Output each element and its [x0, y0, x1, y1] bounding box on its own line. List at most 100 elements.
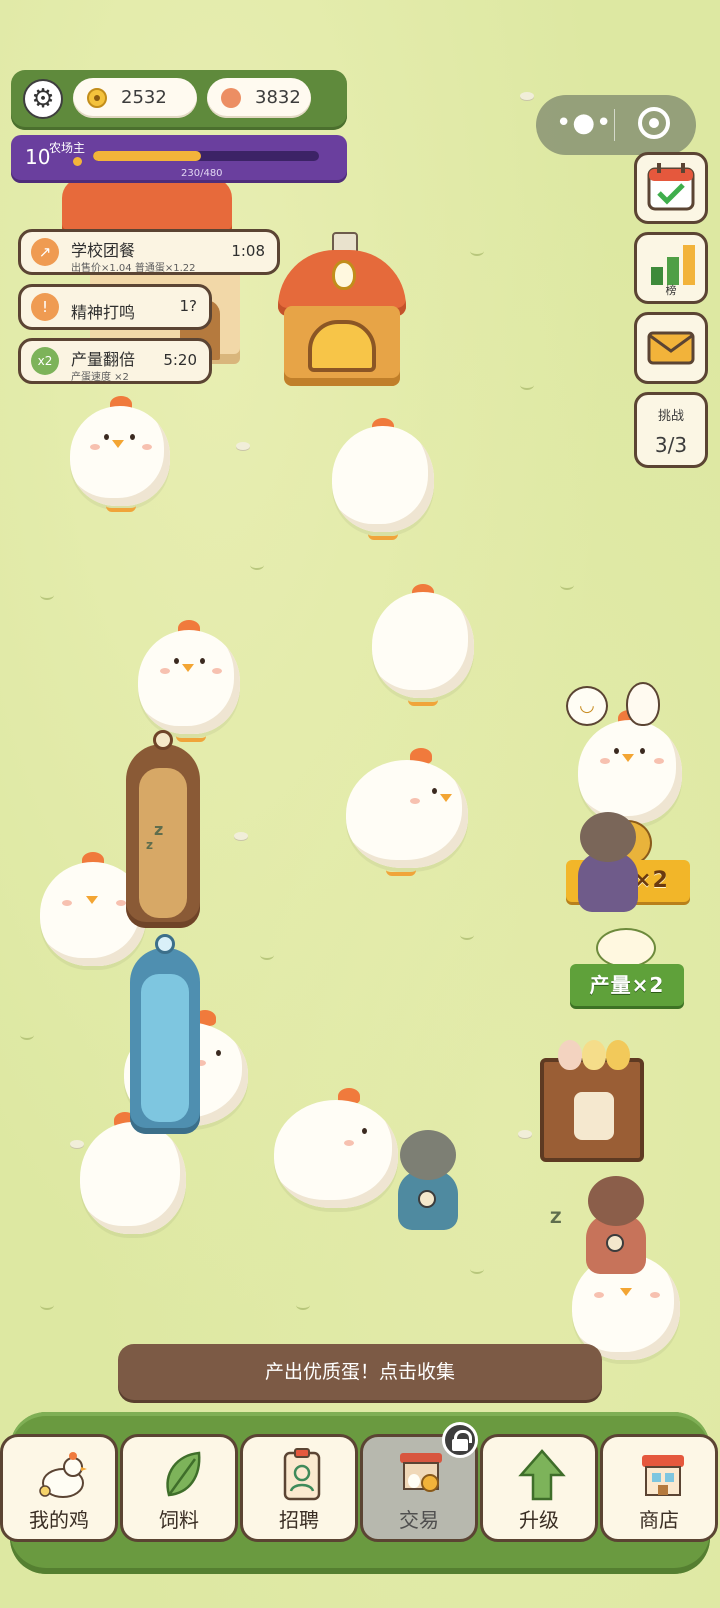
xp-progress-fill — [93, 151, 202, 161]
worker-badge-icon — [606, 1234, 624, 1252]
chicken[interactable] — [138, 620, 240, 744]
chicken-blush — [600, 758, 610, 764]
worker-badge-icon — [418, 1190, 436, 1208]
chicken-eye — [104, 434, 109, 440]
worker-head — [588, 1176, 644, 1226]
nav-label: 饲料 — [159, 1508, 199, 1532]
incubator-window — [308, 320, 376, 372]
collect-eggs-toast[interactable]: 产出优质蛋！点击收集 — [118, 1344, 602, 1400]
egg-incubator[interactable] — [278, 232, 406, 390]
grass-tuft — [260, 950, 274, 960]
worker-raccoon[interactable] — [572, 808, 644, 912]
chicken-body — [346, 760, 468, 868]
level-bar[interactable]: 10 农场主 230/480 — [11, 135, 347, 183]
pebble — [234, 832, 248, 840]
incubator-body — [284, 306, 400, 386]
trough-ring — [153, 730, 173, 750]
mini-program-capsule: •●• — [536, 95, 696, 155]
nav-recruit[interactable]: 招聘 — [240, 1434, 358, 1542]
buff-school-catering[interactable]: ↗ 学校团餐 出售价×1.04 普通蛋×1.22 1:08 — [18, 229, 280, 275]
chicken-eye — [640, 748, 645, 754]
chicken-body — [332, 426, 434, 532]
water-ring — [155, 934, 175, 954]
nav-label: 商店 — [639, 1508, 679, 1532]
grass-tuft — [40, 590, 54, 600]
chicken-body — [372, 592, 474, 698]
egg-nest-icon — [596, 928, 656, 968]
level-number: 10 — [25, 145, 51, 169]
pebble — [518, 1130, 532, 1138]
arrow-up-icon: ↗ — [31, 238, 59, 266]
more-options-icon[interactable]: •●• — [556, 110, 612, 136]
worker-head — [400, 1130, 456, 1180]
chicken[interactable] — [70, 396, 170, 516]
grass-tuft — [460, 930, 474, 940]
level-title: 农场主 — [49, 141, 86, 155]
chicken[interactable] — [372, 584, 474, 708]
challenge-button[interactable]: 挑战 3/3 — [634, 392, 708, 468]
chicken-beak — [440, 794, 452, 802]
chicken-eye — [174, 658, 179, 664]
leaderboard-button[interactable]: 榜 — [634, 232, 708, 304]
grass-tuft — [250, 560, 264, 570]
grass-tuft — [470, 246, 484, 256]
nav-feed[interactable]: 饲料 — [120, 1434, 238, 1542]
gem-counter[interactable]: 3832 — [207, 78, 311, 118]
buff-detail: 出售价×1.04 普通蛋×1.22 — [71, 263, 196, 274]
market-stall-icon — [400, 1453, 442, 1492]
buff-timer: 1:08 — [231, 242, 265, 260]
settings-gear-icon[interactable]: ⚙ — [23, 79, 63, 119]
output-boost-banner[interactable]: 产量×2 — [570, 964, 684, 1006]
envelope-icon — [647, 331, 695, 365]
chicken-icon — [39, 1452, 87, 1498]
sleep-z-icon: Z — [550, 1208, 562, 1227]
calendar-checkin-button[interactable] — [634, 152, 708, 224]
chicken-blush — [160, 668, 170, 674]
egg-plate-icon — [574, 1092, 614, 1140]
egg-crate[interactable] — [540, 1040, 644, 1162]
nav-upgrade[interactable]: 升级 — [480, 1434, 598, 1542]
sleep-z-icon: z — [154, 820, 164, 839]
pebble — [520, 92, 534, 100]
close-target-icon[interactable] — [638, 107, 670, 139]
exclamation-icon: ! — [31, 293, 59, 321]
chicken-blush — [212, 668, 222, 674]
chicken[interactable] — [346, 748, 468, 880]
buff-double-output[interactable]: x2 产量翻倍 产蛋速度 ×2 5:20 — [18, 338, 212, 384]
chicken-eye — [362, 1128, 367, 1134]
worker-bear[interactable] — [392, 1130, 464, 1230]
lock-body — [452, 1439, 468, 1451]
water-trough[interactable] — [130, 934, 200, 1134]
leaf-icon — [166, 1451, 201, 1497]
chicken-blush — [410, 798, 420, 804]
currency-bar: ⚙ 2532 3832 — [11, 70, 347, 130]
worker-head — [580, 812, 636, 862]
chicken-eye — [614, 748, 619, 754]
chicken-eye — [130, 434, 135, 440]
xp-progress-text: 230/480 — [181, 168, 223, 179]
chicken-feet — [408, 696, 438, 706]
nav-label: 我的鸡 — [29, 1508, 89, 1532]
nav-shop[interactable]: 商店 — [600, 1434, 718, 1542]
egg-icon[interactable] — [626, 682, 660, 726]
chicken-beak — [622, 754, 634, 762]
chicken[interactable] — [274, 1088, 398, 1218]
chicken-body — [80, 1122, 186, 1234]
chicken-feet — [368, 530, 398, 540]
coin-value: 2532 — [121, 87, 167, 108]
level-dot-icon — [73, 157, 82, 166]
chicken-blush — [142, 444, 152, 450]
chicken-blush — [650, 1292, 660, 1298]
up-arrow-icon — [518, 1449, 566, 1501]
chicken-feet — [176, 732, 206, 742]
nav-my-chickens[interactable]: 我的鸡 — [0, 1434, 118, 1542]
buff-name: 学校团餐 — [71, 241, 136, 260]
buff-morning-crow[interactable]: ! 精神打鸣 1? — [18, 284, 212, 330]
chicken-blush — [62, 900, 72, 906]
chicken-feet — [106, 502, 136, 512]
chicken[interactable] — [332, 418, 434, 542]
worker-fox[interactable] — [580, 1170, 652, 1274]
buff-name: 产量翻倍 — [71, 350, 136, 369]
coin-counter[interactable]: 2532 — [73, 78, 197, 118]
mail-button[interactable] — [634, 312, 708, 384]
